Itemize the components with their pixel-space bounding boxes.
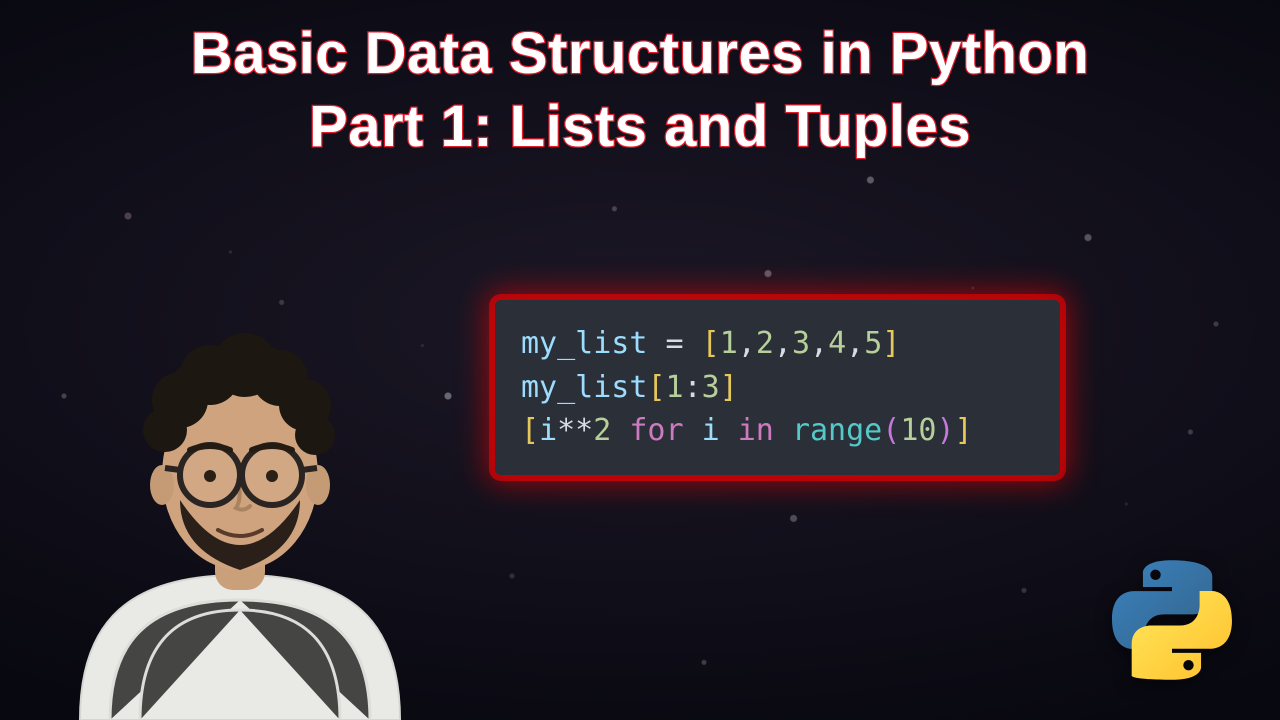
code-line-3: [i**2 for i in range(10)]	[521, 409, 1034, 453]
code-line-1: my_list = [1,2,3,4,5]	[521, 322, 1034, 366]
code-line-2: my_list[1:3]	[521, 366, 1034, 410]
title-block: Basic Data Structures in Python Part 1: …	[0, 18, 1280, 163]
python-logo-icon	[1112, 560, 1232, 680]
code-snippet-panel: my_list = [1,2,3,4,5]my_list[1:3][i**2 f…	[495, 300, 1060, 475]
title-line-1: Basic Data Structures in Python	[0, 18, 1280, 91]
presenter-photo	[40, 290, 440, 720]
title-line-2: Part 1: Lists and Tuples	[0, 91, 1280, 164]
